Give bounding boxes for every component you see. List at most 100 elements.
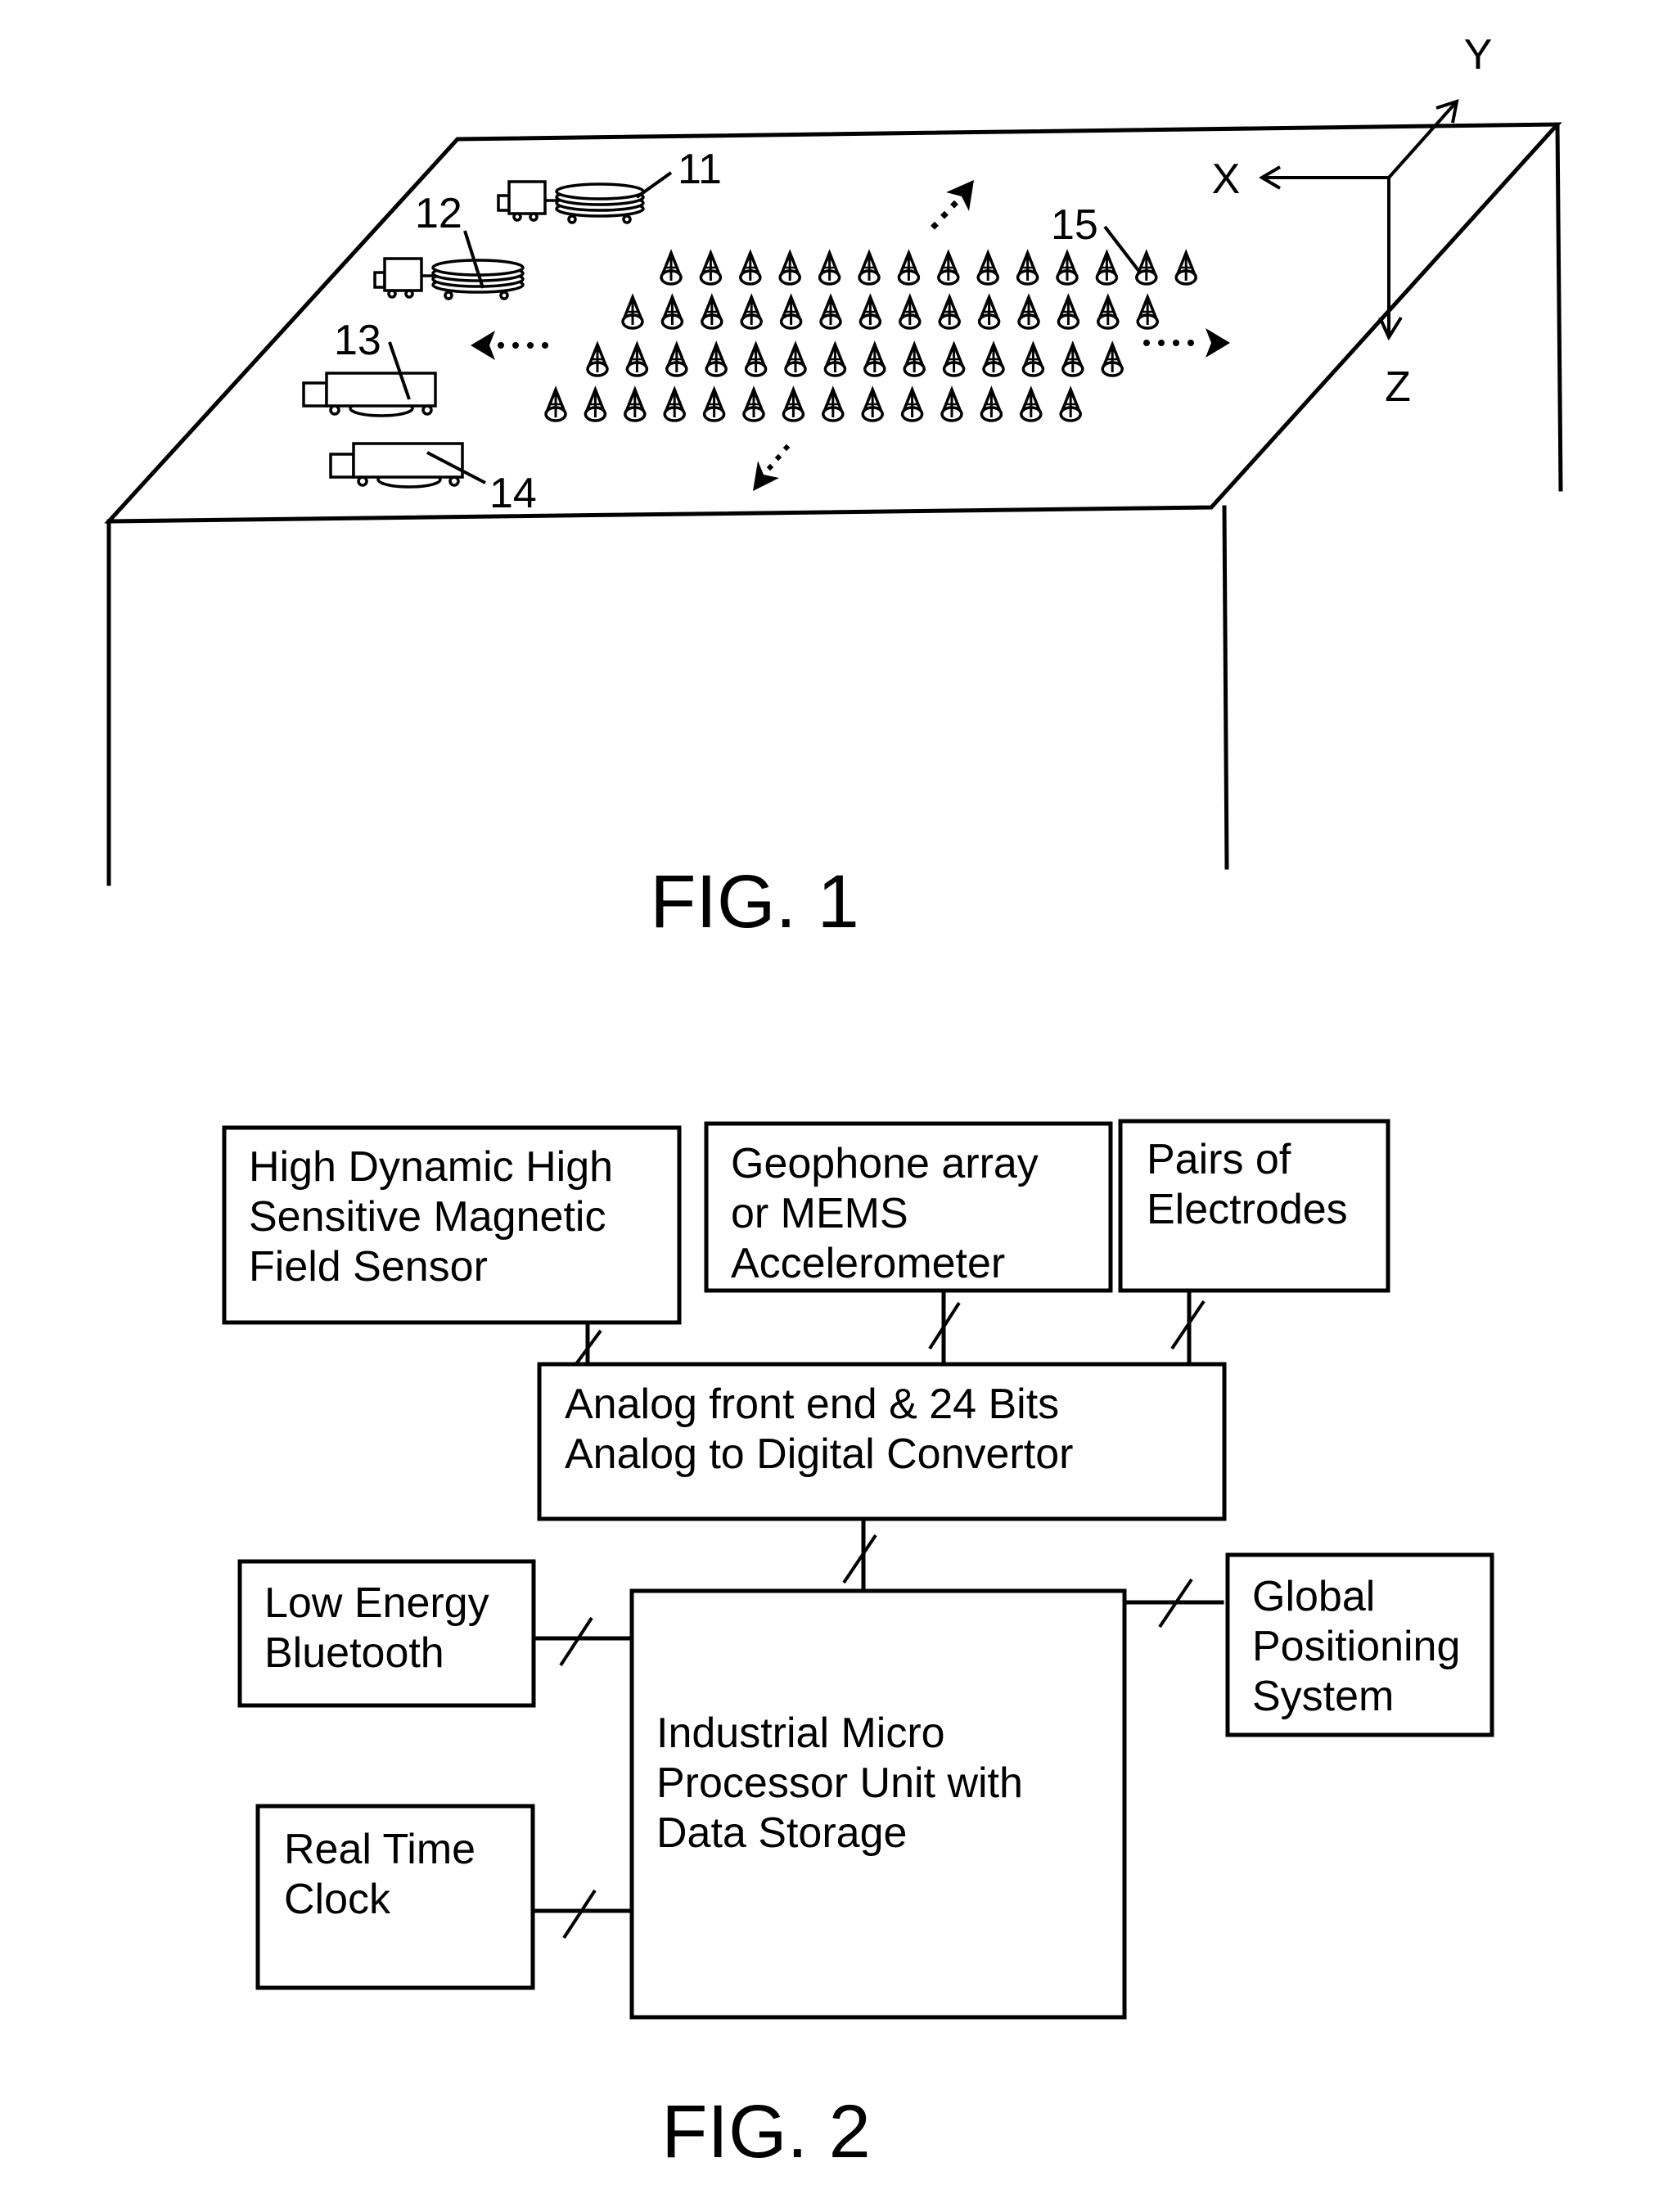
wheel [499,291,509,300]
main-body [325,372,437,408]
sensor-cone-icon [624,385,647,422]
block-global-positioning-system: Global Positioning System [1225,1552,1494,1737]
svg-text:Processor Unit with: Processor Unit with [656,1759,1023,1807]
sensor-cone-icon [1057,293,1080,330]
svg-text:Pairs of: Pairs of [1147,1136,1291,1183]
sensor-cone-icon [858,249,881,286]
sensor-cone-icon [1061,340,1084,377]
block-real-time-clock: Real Time Clock [255,1804,535,1990]
z-axis-label: Z [1385,363,1411,411]
sensor-cone-icon [1020,385,1043,422]
sensor-cone-icon [699,249,723,286]
reference-numeral-15: 15 [1051,201,1098,249]
wheel [329,404,340,416]
wheel [622,214,632,224]
sensor-cone-icon [818,249,841,286]
wheel [529,212,539,222]
block-text-line: Field Sensor [249,1243,488,1291]
sensor-cone-icon [625,340,649,377]
wheel [387,289,397,299]
svg-text:Field Sensor: Field Sensor [249,1243,488,1291]
block-right-edge [1555,122,1563,492]
block-magnetic-field-sensor: High Dynamic High Sensitive Magnetic Fie… [222,1125,682,1325]
vibrator-device-13: 13 [302,317,437,417]
block-text-line: or MEMS [731,1190,908,1237]
sensor-cone-icon [621,293,644,330]
sensor-cone-icon [779,293,803,330]
svg-text:Bluetooth: Bluetooth [264,1629,444,1677]
sensor-cone-icon [586,340,609,377]
arrow-left-icon [471,331,548,360]
svg-text:Analog front end & 24 Bits: Analog front end & 24 Bits [565,1381,1059,1428]
svg-text:Accelerometer: Accelerometer [731,1240,1005,1287]
sensor-cone-icon [822,385,845,422]
sensor-cone-icon [1021,340,1045,377]
sensor-cone-icon [980,385,1003,422]
block-geophone-mems: Geophone array or MEMS Accelerometer [704,1121,1113,1293]
vibrator-device-14: 14 [329,442,537,517]
sensor-cone-icon [744,340,768,377]
sensor-cone-icon [663,385,686,422]
sensor-cone-icon [1016,249,1039,286]
block-low-energy-bluetooth: Low Energy Bluetooth [237,1559,536,1708]
svg-text:Positioning: Positioning [1252,1623,1460,1670]
sensor-cone-icon [861,385,884,422]
svg-text:or MEMS: or MEMS [731,1190,908,1237]
svg-text:System: System [1252,1673,1394,1720]
sensor-cone-icon [702,385,726,422]
sensor-cone-icon [977,293,1001,330]
block-text-line: Sensitive Magnetic [249,1193,606,1241]
svg-text:Low Energy: Low Energy [264,1579,489,1627]
sensor-cone-icon [584,385,607,422]
block-text-line: Data Storage [656,1809,907,1857]
sensor-cone-icon [982,340,1005,377]
wheel [444,291,453,300]
bus-slash-icon [562,1889,597,1939]
sensor-cone-icon [1136,293,1159,330]
sensor-cone-icon [863,340,886,377]
block-text-line: Industrial Micro [656,1710,945,1757]
arrow-down-left-icon [753,444,791,491]
svg-text:Geophone array: Geophone array [731,1140,1039,1187]
block-text-line: Pairs of [1147,1136,1291,1183]
block-text-line: Analog front end & 24 Bits [565,1381,1059,1428]
svg-text:Electrodes: Electrodes [1147,1186,1348,1233]
bus-slash-icon [842,1534,877,1584]
wheel [357,475,368,487]
leader-line-11 [635,171,673,199]
y-axis-label: Y [1464,31,1493,79]
sensor-cone-icon [1135,249,1158,286]
reference-numeral-14: 14 [489,470,537,517]
connector-box [497,194,511,212]
block-micro-processor-unit: Industrial Micro Processor Unit with Dat… [629,1588,1127,2020]
control-box [507,180,547,215]
block-text-line: Bluetooth [264,1629,444,1677]
sensor-cone-icon [859,293,882,330]
svg-text:Global: Global [1252,1573,1375,1620]
sensor-cone-icon [1095,249,1119,286]
reference-numeral-11: 11 [678,146,722,193]
sensor-cone-icon [942,340,966,377]
sensor-cone-icon [940,385,963,422]
sensor-cone-icon [740,293,763,330]
bus-slash-icon [559,1616,593,1667]
coil-icon [555,182,645,218]
block-text-line: Global [1252,1573,1375,1620]
sensor-cone-icon [782,385,805,422]
sensor-cone-icon [701,293,723,330]
block-text-line: Electrodes [1147,1186,1348,1233]
sensor-cone-icon [938,293,961,330]
sensor-cone-icon [823,340,847,377]
block-text-line: Real Time [284,1826,475,1873]
figure-2-block-diagram: High Dynamic High Sensitive Magnetic Fie… [222,1119,1494,2174]
block-electrodes: Pairs of Electrodes [1118,1119,1390,1293]
svg-text:Real Time: Real Time [284,1826,475,1873]
sensor-cone-icon [903,340,926,377]
sensor-cone-icon [1017,293,1040,330]
block-text-line: System [1252,1673,1394,1720]
sensor-cone-icon [819,293,842,330]
sensor-cone-icon [739,249,762,286]
block-text-line: Geophone array [731,1140,1039,1187]
figure-2-caption: FIG. 2 [661,2090,871,2174]
wheel [567,214,577,224]
